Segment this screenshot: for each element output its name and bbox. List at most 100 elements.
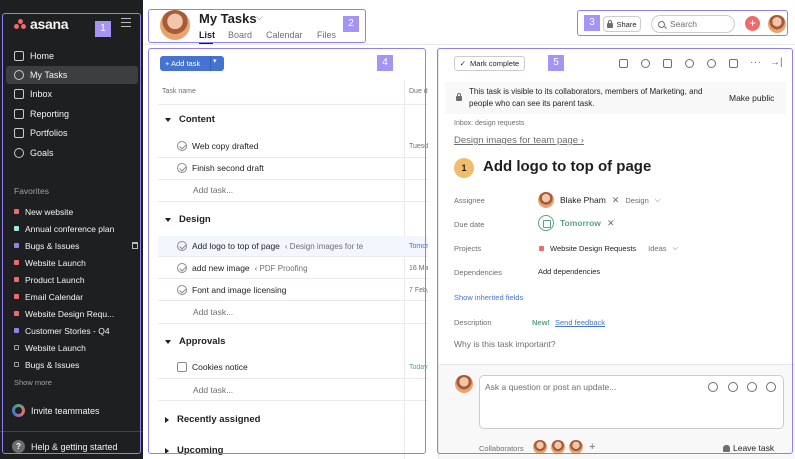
- check-circle-icon[interactable]: [177, 263, 187, 273]
- task-project[interactable]: ‹ PDF Proofing: [255, 264, 308, 273]
- chevron-down-icon[interactable]: ⌵: [655, 195, 661, 205]
- favorite-item[interactable]: Website Launch: [14, 340, 138, 355]
- favorite-item[interactable]: Product Launch: [14, 272, 138, 287]
- section-recently-assigned[interactable]: Recently assigned: [165, 414, 260, 425]
- collaborator-avatar[interactable]: [533, 440, 547, 454]
- task-row[interactable]: add new image ‹ PDF Proofing: [177, 263, 308, 273]
- nav-inbox[interactable]: Inbox: [6, 85, 138, 103]
- column-header-due-date[interactable]: Due date: [409, 88, 428, 95]
- add-task-link[interactable]: Add task...: [193, 385, 233, 395]
- tab-board[interactable]: Board: [228, 30, 252, 40]
- assignee-field[interactable]: Blake Pham ✕ Design ⌵: [538, 192, 660, 208]
- task-row-selected[interactable]: Add logo to top of page ‹ Design images f…: [177, 241, 363, 251]
- task-project[interactable]: ‹ Design images for te: [285, 242, 363, 251]
- tab-list[interactable]: List: [199, 30, 215, 40]
- chevron-down-icon[interactable]: ▾: [213, 57, 217, 65]
- record-icon[interactable]: [708, 382, 718, 392]
- nav-goals[interactable]: Goals: [6, 144, 138, 162]
- section-approvals[interactable]: Approvals: [165, 336, 225, 347]
- favorite-item[interactable]: Website Launch: [14, 255, 138, 270]
- approval-icon[interactable]: [177, 362, 187, 372]
- send-feedback-link[interactable]: Send feedback: [555, 318, 605, 327]
- profile-avatar[interactable]: [768, 15, 786, 33]
- subtask-icon[interactable]: [663, 59, 672, 68]
- chevron-down-icon[interactable]: ⌵: [256, 12, 263, 23]
- favorite-item[interactable]: Annual conference plan: [14, 221, 138, 236]
- favorite-item[interactable]: Customer Stories - Q4: [14, 323, 138, 338]
- expand-icon[interactable]: [729, 59, 738, 68]
- like-icon[interactable]: [619, 59, 628, 68]
- nav-label: Inbox: [30, 89, 53, 99]
- more-options-icon[interactable]: ···: [750, 57, 762, 68]
- section-name: Upcoming: [177, 445, 224, 456]
- remove-icon[interactable]: ✕: [612, 195, 620, 206]
- section-design[interactable]: Design: [165, 214, 211, 225]
- asana-logo[interactable]: asana: [14, 16, 69, 32]
- nav-portfolios[interactable]: Portfolios: [6, 124, 138, 142]
- task-row[interactable]: Finish second draft: [177, 163, 264, 173]
- help-label: Help & getting started: [31, 441, 118, 452]
- link-icon[interactable]: [685, 59, 694, 68]
- collaborator-avatar[interactable]: [569, 440, 583, 454]
- leave-task-button[interactable]: Leave task: [723, 443, 774, 453]
- favorite-item[interactable]: Bugs & Issues: [14, 238, 138, 253]
- collaborator-avatar[interactable]: [551, 440, 565, 454]
- emoji-icon[interactable]: [747, 382, 757, 392]
- search-input[interactable]: Search: [651, 15, 735, 33]
- invite-icon: [12, 404, 25, 417]
- assignee-section-select[interactable]: Design: [625, 196, 648, 205]
- share-button[interactable]: Share: [603, 16, 641, 32]
- due-date-field[interactable]: Tomorrow ✕: [538, 215, 614, 231]
- add-task-link[interactable]: Add task...: [193, 307, 233, 317]
- region-number: 1: [95, 21, 111, 37]
- caret-down-icon: [165, 117, 171, 122]
- mention-icon[interactable]: [728, 382, 738, 392]
- add-task-button[interactable]: + Add task ▾: [160, 56, 224, 71]
- favorite-item[interactable]: Bugs & Issues: [14, 357, 138, 372]
- add-task-link[interactable]: Add task...: [193, 185, 233, 195]
- project-name[interactable]: Website Design Requests: [550, 244, 636, 253]
- trash-icon[interactable]: [132, 242, 138, 249]
- nav-my-tasks[interactable]: My Tasks: [6, 66, 138, 84]
- column-header-task-name[interactable]: Task name: [162, 88, 196, 95]
- check-circle-icon[interactable]: [177, 285, 187, 295]
- check-circle-icon[interactable]: [177, 141, 187, 151]
- task-row[interactable]: Font and image licensing: [177, 285, 287, 295]
- parent-task-link[interactable]: Design images for team page ›: [454, 135, 584, 146]
- invite-teammates-button[interactable]: Invite teammates: [12, 404, 100, 417]
- nav-home[interactable]: Home: [6, 47, 138, 65]
- section-content[interactable]: Content: [165, 114, 215, 125]
- timer-icon[interactable]: [707, 59, 716, 68]
- favorite-item[interactable]: New website: [14, 204, 138, 219]
- project-section-select[interactable]: Ideas: [648, 244, 666, 253]
- show-inherited-fields-link[interactable]: Show inherited fields: [454, 293, 523, 302]
- check-circle-icon[interactable]: [177, 241, 187, 251]
- task-row[interactable]: Cookies notice: [177, 362, 248, 372]
- nav-reporting[interactable]: Reporting: [6, 105, 138, 123]
- attachment-icon[interactable]: [641, 59, 650, 68]
- help-button[interactable]: ? Help & getting started: [12, 440, 118, 453]
- favorite-item[interactable]: Email Calendar: [14, 289, 138, 304]
- mark-complete-button[interactable]: ✓ Mark complete: [454, 56, 525, 71]
- chevron-down-icon[interactable]: ⌵: [673, 243, 679, 253]
- tab-calendar[interactable]: Calendar: [266, 30, 303, 40]
- favorite-item[interactable]: Website Design Requ...: [14, 306, 138, 321]
- check-circle-icon[interactable]: [177, 163, 187, 173]
- close-panel-icon[interactable]: →|: [770, 57, 783, 68]
- settings-icon[interactable]: [766, 382, 776, 392]
- add-dependencies-button[interactable]: Add dependencies: [538, 267, 600, 276]
- projects-field[interactable]: Website Design Requests Ideas ⌵: [539, 243, 678, 253]
- section-upcoming[interactable]: Upcoming: [165, 445, 223, 456]
- quick-add-button[interactable]: +: [745, 16, 760, 31]
- lock-icon: [607, 19, 614, 28]
- user-avatar[interactable]: [160, 10, 190, 40]
- task-title[interactable]: Add logo to top of page: [483, 158, 651, 175]
- remove-icon[interactable]: ✕: [607, 218, 615, 229]
- make-public-button[interactable]: Make public: [729, 93, 774, 103]
- task-row[interactable]: Web copy drafted: [177, 141, 258, 151]
- tab-files[interactable]: Files: [317, 30, 336, 40]
- show-more-link[interactable]: Show more: [14, 378, 52, 387]
- collapse-sidebar-icon[interactable]: [121, 18, 131, 27]
- description-field[interactable]: Why is this task important?: [454, 339, 556, 349]
- add-collaborator-icon[interactable]: +: [589, 441, 595, 453]
